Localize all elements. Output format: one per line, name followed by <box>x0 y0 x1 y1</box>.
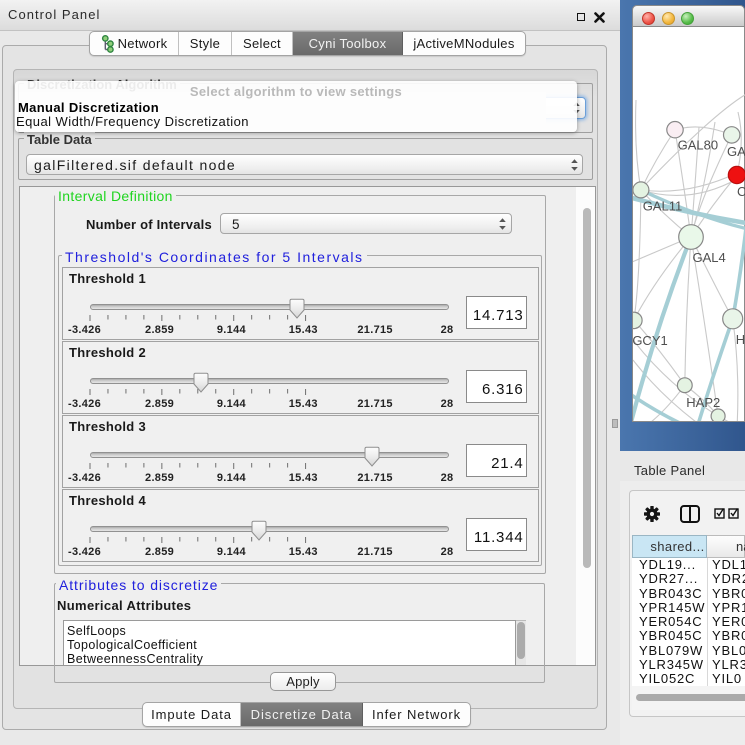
svg-text:GAL4: GAL4 <box>693 250 726 265</box>
svg-text:GAL11: GAL11 <box>643 199 683 214</box>
svg-text:H: H <box>736 332 745 347</box>
svg-text:GAL80: GAL80 <box>678 138 718 153</box>
svg-text:C: C <box>737 184 745 199</box>
svg-text:HAP2: HAP2 <box>686 395 720 410</box>
svg-text:GCY1: GCY1 <box>633 333 668 348</box>
svg-text:GA: GA <box>727 144 745 159</box>
